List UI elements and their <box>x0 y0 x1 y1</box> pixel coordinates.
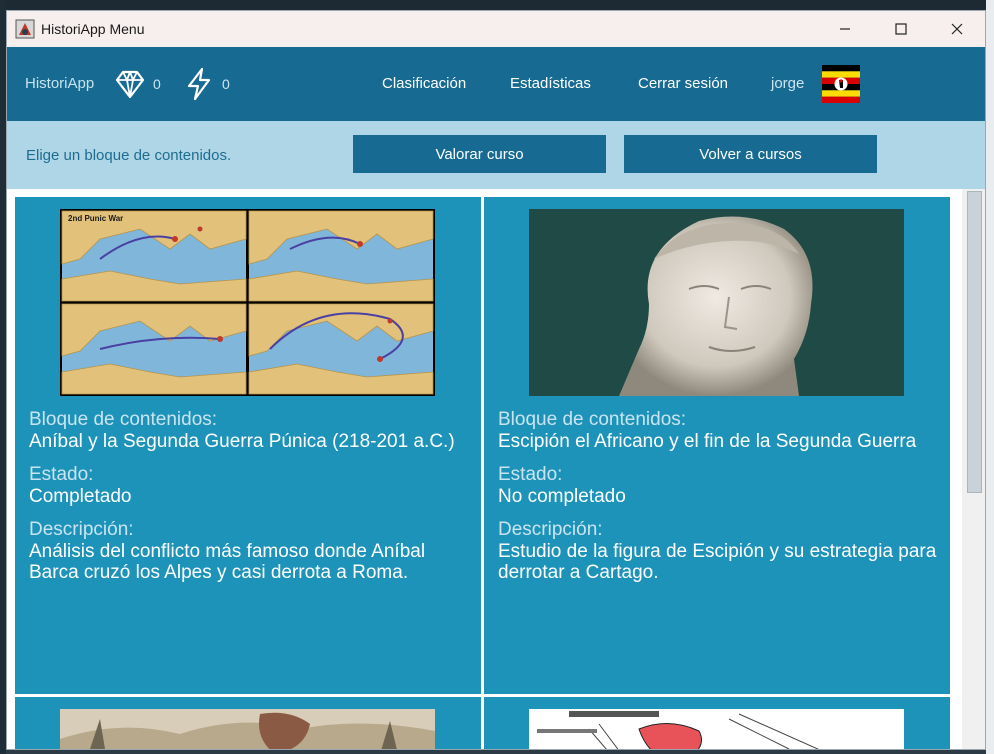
nav-link-logout[interactable]: Cerrar sesión <box>638 75 728 92</box>
title-bar[interactable]: HistoriApp Menu <box>7 11 985 47</box>
status-label: Estado: <box>29 464 94 485</box>
scipio-bust-image <box>529 209 904 396</box>
content-block-card[interactable] <box>484 697 950 749</box>
window-title: HistoriApp Menu <box>41 21 145 37</box>
content-blocks-grid[interactable]: 2nd Punic War Bloque de contenidos: Aníb… <box>7 189 962 749</box>
content-block-card[interactable] <box>15 697 481 749</box>
flag-icon[interactable] <box>822 65 860 103</box>
rate-course-button[interactable]: Valorar curso <box>353 135 606 173</box>
lightning-icon <box>187 67 211 101</box>
window-controls <box>817 11 985 47</box>
content-block-card[interactable]: Bloque de contenidos: Escipión el Africa… <box>484 197 950 694</box>
painting-image <box>60 709 435 749</box>
vertical-scrollbar[interactable] <box>962 189 985 749</box>
status-value: No completado <box>498 486 626 507</box>
back-to-courses-button[interactable]: Volver a cursos <box>624 135 877 173</box>
description-text: Análisis del conflicto más famoso donde … <box>29 541 426 583</box>
minimize-button[interactable] <box>817 11 873 47</box>
map-title: 2nd Punic War <box>68 214 123 223</box>
close-button[interactable] <box>929 11 985 47</box>
punic-war-map-image: 2nd Punic War <box>60 209 435 396</box>
minimize-icon <box>840 28 850 30</box>
scrollbar-thumb[interactable] <box>967 191 982 493</box>
status-label: Estado: <box>498 464 563 485</box>
block-title: Aníbal y la Segunda Guerra Púnica (218-2… <box>29 431 455 452</box>
diamond-icon <box>115 70 145 99</box>
app-icon <box>15 19 35 39</box>
top-navbar: HistoriApp 0 0 Clasificación Estadística… <box>7 47 985 121</box>
close-icon <box>951 23 963 35</box>
instruction-text: Elige un bloque de contenidos. <box>26 147 232 164</box>
brand-label: HistoriApp <box>25 75 95 92</box>
gem-count: 0 <box>153 76 161 92</box>
desktop-top-strip <box>0 0 994 10</box>
description-label: Descripción: <box>498 519 603 540</box>
app-window: HistoriApp Menu HistoriApp 0 0 Clasifica… <box>6 10 986 750</box>
status-value: Completado <box>29 486 132 507</box>
description-label: Descripción: <box>29 519 134 540</box>
maximize-button[interactable] <box>873 11 929 47</box>
username-label: jorge <box>771 75 805 92</box>
battle-plan-image <box>529 709 904 749</box>
block-title: Escipión el Africano y el fin de la Segu… <box>498 431 917 452</box>
description-text: Estudio de la figura de Escipión y su es… <box>498 541 937 583</box>
desktop-right-strip <box>986 0 994 754</box>
action-bar: Elige un bloque de contenidos. Valorar c… <box>7 121 985 189</box>
nav-link-stats[interactable]: Estadísticas <box>510 75 591 92</box>
block-label: Bloque de contenidos: <box>498 409 687 430</box>
energy-count: 0 <box>222 76 230 92</box>
content-block-card[interactable]: 2nd Punic War Bloque de contenidos: Aníb… <box>15 197 481 694</box>
block-label: Bloque de contenidos: <box>29 409 218 430</box>
nav-link-ranking[interactable]: Clasificación <box>382 75 466 92</box>
maximize-icon <box>895 23 907 35</box>
